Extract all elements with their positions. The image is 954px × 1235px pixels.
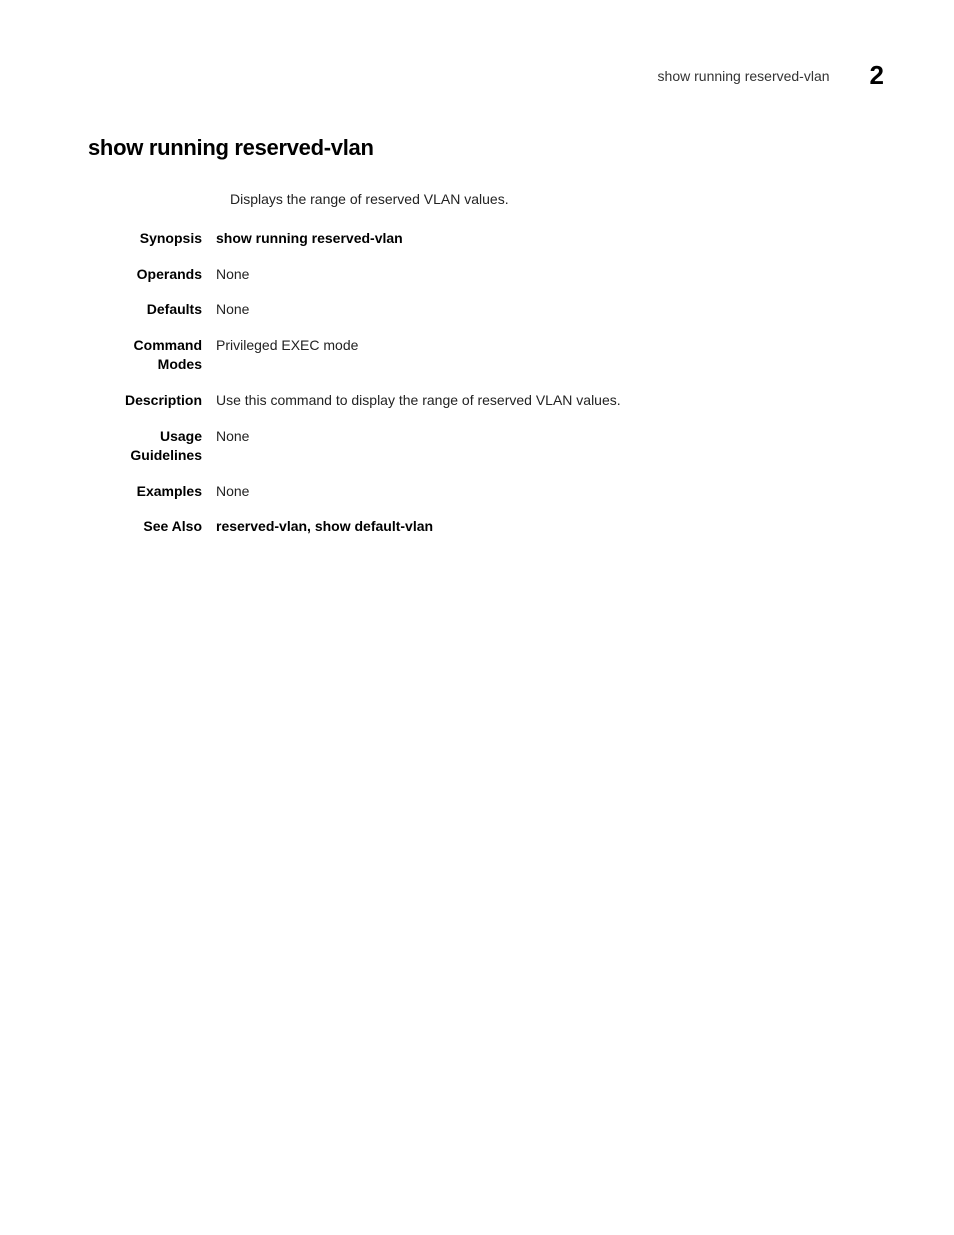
row-operands: Operands None	[88, 265, 884, 285]
label-synopsis: Synopsis	[88, 229, 216, 249]
label-see-also: See Also	[88, 517, 216, 537]
label-usage-guidelines: Usage Guidelines	[88, 427, 216, 466]
page-content: show running reserved-vlan Displays the …	[88, 135, 884, 553]
value-defaults: None	[216, 300, 884, 320]
section-intro: Displays the range of reserved VLAN valu…	[230, 191, 884, 207]
section-title: show running reserved-vlan	[88, 135, 884, 161]
row-synopsis: Synopsis show running reserved-vlan	[88, 229, 884, 249]
row-command-modes: Command Modes Privileged EXEC mode	[88, 336, 884, 375]
value-usage-guidelines: None	[216, 427, 884, 466]
page-header: show running reserved-vlan 2	[658, 60, 884, 91]
row-description: Description Use this command to display …	[88, 391, 884, 411]
value-description: Use this command to display the range of…	[216, 391, 884, 411]
label-examples: Examples	[88, 482, 216, 502]
row-see-also: See Also reserved-vlan, show default-vla…	[88, 517, 884, 537]
row-usage-guidelines: Usage Guidelines None	[88, 427, 884, 466]
label-operands: Operands	[88, 265, 216, 285]
label-description: Description	[88, 391, 216, 411]
row-defaults: Defaults None	[88, 300, 884, 320]
label-command-modes: Command Modes	[88, 336, 216, 375]
value-examples: None	[216, 482, 884, 502]
header-title: show running reserved-vlan	[658, 68, 830, 84]
value-operands: None	[216, 265, 884, 285]
value-see-also: reserved-vlan, show default-vlan	[216, 517, 884, 537]
row-examples: Examples None	[88, 482, 884, 502]
label-defaults: Defaults	[88, 300, 216, 320]
header-page-number: 2	[870, 60, 884, 91]
value-synopsis: show running reserved-vlan	[216, 229, 884, 249]
value-command-modes: Privileged EXEC mode	[216, 336, 884, 375]
